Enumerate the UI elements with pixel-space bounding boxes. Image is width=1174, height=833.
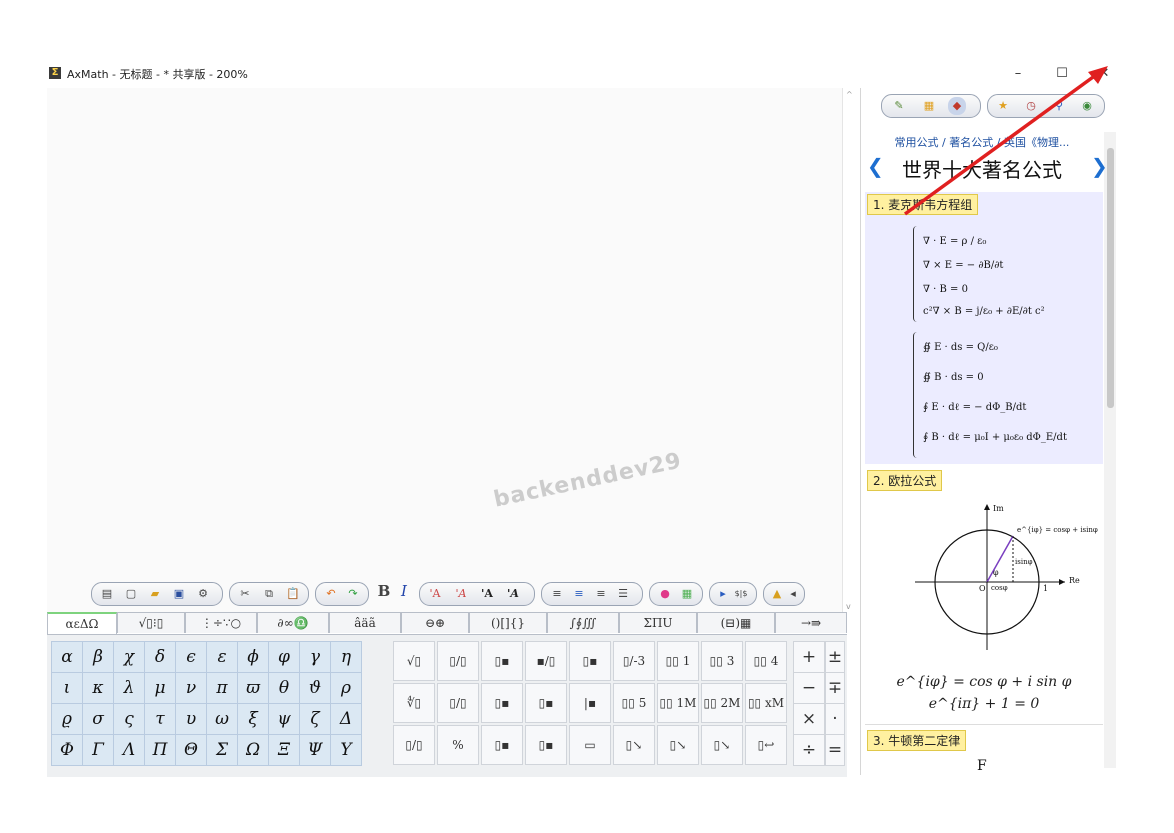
annotation-arrow	[903, 66, 1108, 216]
